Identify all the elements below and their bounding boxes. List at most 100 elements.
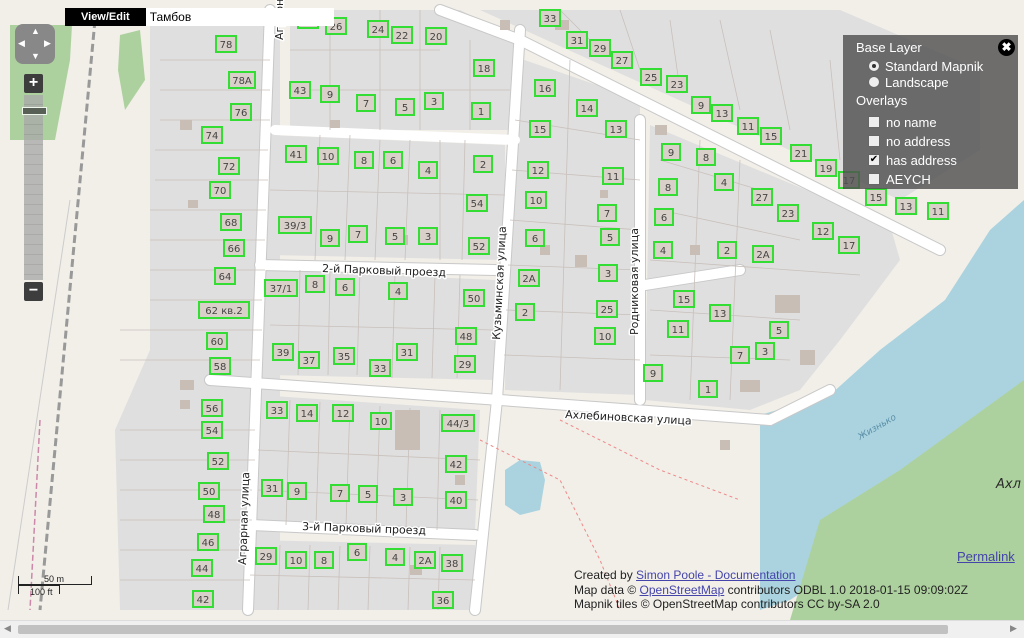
- house-number: 6: [390, 156, 396, 167]
- checkbox-has-address[interactable]: ✔: [868, 154, 880, 166]
- author-link[interactable]: Simon Poole: [636, 568, 704, 582]
- zoom-control[interactable]: + −: [22, 74, 47, 301]
- zoom-out-button[interactable]: −: [24, 282, 43, 301]
- overlays-title: Overlays: [856, 93, 908, 108]
- house-number: 1: [705, 385, 711, 396]
- overlay-no-name[interactable]: no name: [868, 113, 937, 131]
- house-number: 38: [446, 559, 459, 570]
- base-layer-landscape[interactable]: Landscape: [868, 73, 949, 91]
- house-number: 60: [211, 337, 224, 348]
- house-number: 66: [228, 244, 241, 255]
- house-number: 16: [539, 84, 552, 95]
- radio-landscape[interactable]: [868, 76, 880, 88]
- house-number: 5: [776, 326, 782, 337]
- scroll-right-icon[interactable]: ▶: [1010, 623, 1017, 634]
- zoom-slider-handle[interactable]: [22, 107, 47, 115]
- house-number: 29: [594, 44, 607, 55]
- base-layer-title: Base Layer: [856, 40, 922, 55]
- house-number: 31: [266, 484, 279, 495]
- scale-line: 50 m 100 ft: [18, 572, 98, 600]
- house-number: 2А: [522, 274, 535, 285]
- scrollbar-thumb[interactable]: [18, 625, 948, 634]
- overlay-label: has address: [886, 152, 957, 168]
- top-bar: View/Edit Тамбов: [65, 8, 334, 26]
- house-number: 14: [581, 104, 594, 115]
- house-number: 15: [534, 125, 547, 136]
- zoom-in-button[interactable]: +: [24, 74, 43, 93]
- attribution-separator: -: [704, 568, 715, 582]
- house-number: 40: [450, 496, 463, 507]
- house-number: 50: [468, 294, 481, 305]
- house-number: 12: [337, 409, 350, 420]
- house-number: 43: [294, 86, 307, 97]
- house-number: 29: [260, 552, 273, 563]
- place-label: Ахл: [995, 477, 1021, 492]
- osm-link[interactable]: OpenStreetMap: [640, 583, 725, 597]
- house-number: 62 кв.2: [205, 306, 242, 317]
- house-number: 6: [342, 283, 348, 294]
- house-number: 10: [599, 332, 612, 343]
- house-number: 46: [202, 538, 215, 549]
- checkbox-no-name[interactable]: [868, 116, 880, 128]
- overlay-aeych[interactable]: AEYCH: [868, 170, 931, 188]
- scale-imperial: 100 ft: [30, 587, 53, 597]
- view-edit-button[interactable]: View/Edit: [65, 8, 146, 26]
- pan-down-icon[interactable]: ▼: [31, 52, 40, 61]
- close-icon[interactable]: ✖: [998, 39, 1015, 56]
- house-number: 25: [645, 73, 658, 84]
- house-number: 37: [303, 356, 316, 367]
- house-number: 8: [361, 156, 367, 167]
- house-number: 4: [395, 287, 401, 298]
- horizontal-scrollbar[interactable]: ◀ ▶: [0, 620, 1024, 638]
- street-label: 3-й Парковый проезд: [302, 520, 427, 537]
- house-number: 8: [321, 556, 327, 567]
- attribution: Created by Simon Poole - Documentation M…: [574, 568, 968, 612]
- house-number: 58: [214, 362, 227, 373]
- house-number: 4: [392, 553, 398, 564]
- layer-switcher: Base Layer ✖ Standard Mapnik Landscape O…: [843, 35, 1018, 189]
- house-number: 2А: [418, 556, 431, 567]
- overlay-has-address[interactable]: ✔ has address: [868, 151, 957, 169]
- house-number: 41: [290, 150, 303, 161]
- radio-standard[interactable]: [868, 60, 880, 72]
- pan-left-icon[interactable]: ◀: [18, 39, 25, 48]
- zoom-slider-track[interactable]: [22, 95, 47, 280]
- house-number: 5: [402, 103, 408, 114]
- house-number: 7: [604, 209, 610, 220]
- house-number: 5: [392, 232, 398, 243]
- attribution-text: Map data ©: [574, 582, 640, 597]
- street-label: Кузьминская улица: [490, 226, 509, 340]
- house-number: 5: [607, 233, 613, 244]
- checkbox-aeych[interactable]: [868, 173, 880, 185]
- river-label: Жизнько: [856, 412, 899, 443]
- pan-up-icon[interactable]: ▲: [31, 27, 40, 36]
- house-number: 2: [480, 160, 486, 171]
- attribution-text: contributors ODBL 1.0 2018-01-15 09:09:0…: [724, 582, 968, 597]
- documentation-link[interactable]: Documentation: [715, 568, 796, 582]
- tiles-attribution: Mapnik tiles © OpenStreetMap contributor…: [574, 597, 880, 611]
- permalink-link[interactable]: Permalink: [957, 549, 1015, 564]
- house-number: 15: [765, 132, 778, 143]
- overlay-label: no name: [886, 114, 937, 130]
- pan-pad[interactable]: ▲ ▼ ◀ ▶: [15, 24, 55, 64]
- house-number: 42: [450, 460, 463, 471]
- pan-right-icon[interactable]: ▶: [44, 39, 51, 48]
- house-number: 48: [460, 332, 473, 343]
- house-number: 9: [327, 234, 333, 245]
- overlay-no-address[interactable]: no address: [868, 132, 950, 150]
- base-layer-label: Standard Mapnik: [885, 58, 984, 74]
- attribution-text: Created by: [574, 568, 637, 582]
- house-number: 44/3: [447, 419, 469, 430]
- house-number: 36: [437, 596, 450, 607]
- house-number: 50: [203, 487, 216, 498]
- house-number: 11: [932, 207, 945, 218]
- house-number: 78: [220, 40, 233, 51]
- house-number: 76: [235, 108, 248, 119]
- house-number: 42: [197, 595, 210, 606]
- overlay-label: AEYCH: [886, 171, 931, 187]
- checkbox-no-address[interactable]: [868, 135, 880, 147]
- house-number: 7: [355, 230, 361, 241]
- scale-metric: 50 m: [44, 574, 65, 584]
- scroll-left-icon[interactable]: ◀: [4, 623, 11, 634]
- pan-control[interactable]: ▲ ▼ ◀ ▶: [15, 24, 55, 64]
